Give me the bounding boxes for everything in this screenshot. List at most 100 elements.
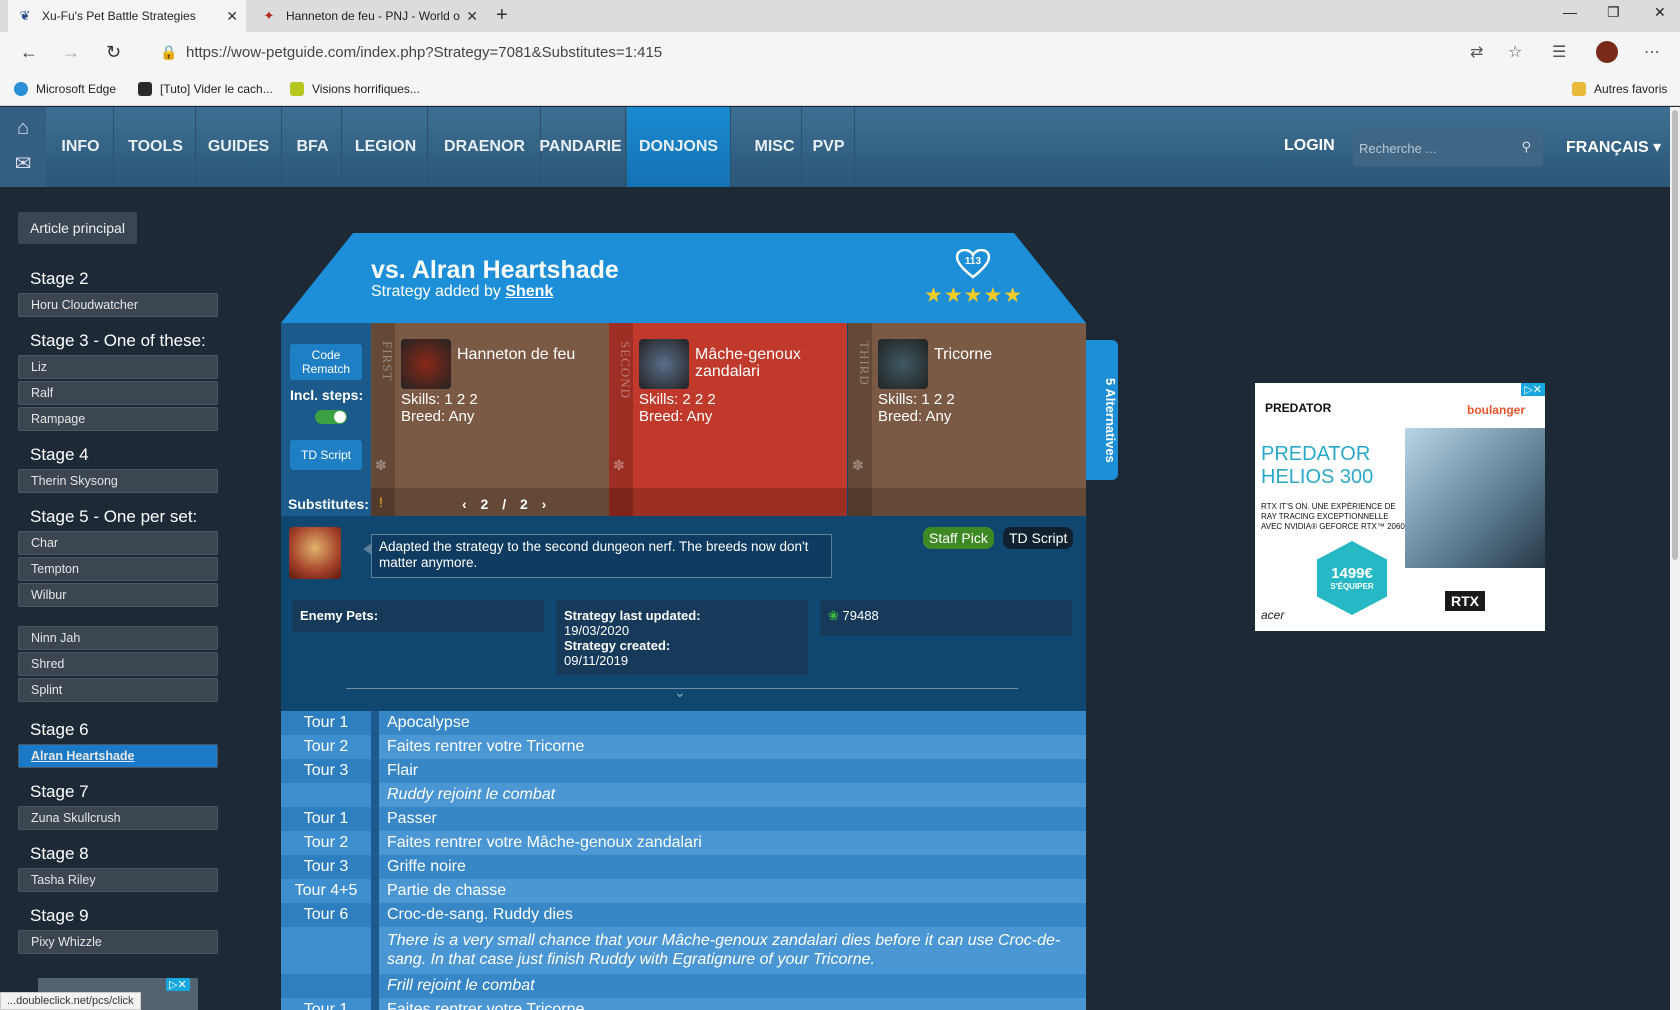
likes-heart-icon[interactable]: 113 (955, 248, 991, 279)
minimize-icon[interactable]: — (1563, 4, 1577, 20)
stage-item[interactable]: Alran Heartshade (18, 744, 218, 768)
alternatives-tab[interactable]: 5 Alternatives (1086, 340, 1118, 480)
pet-name[interactable]: Hanneton de feu (457, 346, 605, 363)
close-tab-icon[interactable]: ✕ (226, 8, 238, 25)
substitutes-pager[interactable]: ‹ 2 / 2 › (462, 496, 546, 512)
stage-item[interactable]: Shred (18, 652, 218, 676)
stage-item[interactable]: Ninn Jah (18, 626, 218, 650)
profile-avatar[interactable] (1596, 41, 1618, 63)
ad-retailer: boulanger (1466, 403, 1525, 417)
nav-misc[interactable]: MISC (748, 107, 802, 187)
forward-icon[interactable]: → (62, 42, 80, 63)
tab-xufu[interactable]: ❦ Xu-Fu's Pet Battle Strategies ✕ (8, 0, 246, 32)
stage-title: Stage 6 (30, 720, 89, 739)
rating-stars[interactable]: ★★★★★ (924, 283, 1023, 308)
paw-icon: ❀ (828, 608, 839, 623)
wowhead-favicon-icon: ✦ (263, 8, 275, 23)
code-rematch-button[interactable]: Code Rematch (290, 344, 362, 380)
search-input[interactable] (1359, 138, 1509, 158)
new-tab-icon[interactable]: + (496, 4, 508, 27)
pet-portrait[interactable] (639, 339, 689, 389)
more-menu-icon[interactable]: ⋯ (1644, 42, 1660, 62)
pet-slot-third[interactable]: THIRD Tricorne Skills: 1 2 2 Breed: Any ✽ (848, 323, 1086, 516)
turn-row: Tour 3 Griffe noire (281, 855, 1086, 879)
lock-icon[interactable]: 🔒 (160, 44, 177, 61)
enemy-pets-box: Enemy Pets: (292, 600, 544, 632)
url-field[interactable]: https://wow-petguide.com/index.php?Strat… (186, 44, 662, 61)
pet-slot-second[interactable]: SECOND Mâche-genoux zandalari Skills: 2 2 … (609, 323, 847, 516)
turn-action: Flair (379, 759, 1086, 783)
nav-info[interactable]: INFO (48, 107, 114, 187)
pet-slot-first[interactable]: FIRST Hanneton de feu Skills: 1 2 2 Breed: … (371, 323, 609, 516)
stage-item[interactable]: Tasha Riley (18, 868, 218, 892)
mail-icon[interactable]: ✉ (12, 151, 34, 175)
favorite-star-icon[interactable]: ☆ (1508, 42, 1522, 62)
turn-action: Croc-de-sang. Ruddy dies (379, 903, 1086, 927)
adchoices-icon[interactable]: ▷✕ (1521, 383, 1545, 396)
stage-item[interactable]: Ralf (18, 381, 218, 405)
turn-label: Tour 2 (281, 735, 371, 759)
refresh-icon[interactable]: ↻ (106, 42, 121, 63)
turn-action: Passer (379, 807, 1086, 831)
search-icon[interactable]: ⚲ (1521, 139, 1531, 155)
nav-bfa[interactable]: BFA (284, 107, 342, 187)
views-count: 79488 (842, 608, 879, 623)
stage-item[interactable]: Splint (18, 678, 218, 702)
language-selector[interactable]: FRANÇAIS ▾ (1566, 137, 1661, 157)
incl-steps-toggle[interactable] (313, 408, 349, 426)
nav-donjons[interactable]: DONJONS (627, 107, 731, 187)
bookmark-edge[interactable]: Microsoft Edge (14, 82, 116, 96)
turn-label: Tour 1 (281, 807, 371, 831)
bookmark-tuto[interactable]: [Tuto] Vider le cach... (138, 82, 273, 96)
tab-wowhead[interactable]: ✦ Hanneton de feu - PNJ - World o ✕ (252, 0, 486, 32)
stage-title: Stage 2 (30, 269, 89, 288)
strategy-author-line: Strategy added by Shenk (371, 283, 553, 301)
stage-item[interactable]: Therin Skysong (18, 469, 218, 493)
nav-draenor[interactable]: DRAENOR (429, 107, 541, 187)
adchoices-icon[interactable]: ▷✕ (166, 978, 190, 991)
td-script-button[interactable]: TD Script (290, 440, 362, 470)
bookmark-visions[interactable]: Visions horrifiques... (290, 82, 420, 96)
author-link[interactable]: Shenk (505, 283, 553, 300)
stage-item[interactable]: Pixy Whizzle (18, 930, 218, 954)
scrollbar-thumb[interactable] (1672, 110, 1678, 560)
created-value: 09/11/2019 (564, 653, 629, 668)
back-icon[interactable]: ← (20, 42, 38, 63)
pet-portrait[interactable] (401, 339, 451, 389)
pet-portrait[interactable] (878, 339, 928, 389)
advert-banner[interactable]: ▷✕ PREDATOR boulanger PREDATOR HELIOS 30… (1255, 383, 1545, 631)
close-window-icon[interactable]: ✕ (1654, 4, 1666, 21)
turn-separator (371, 783, 379, 807)
turn-row: Tour 2 Faites rentrer votre Mâche-genoux … (281, 831, 1086, 855)
pet-breed: Breed: Any (401, 408, 475, 425)
main-article-button[interactable]: Article principal (18, 212, 137, 244)
stage-item[interactable]: Zuna Skullcrush (18, 806, 218, 830)
nav-legion[interactable]: LEGION (344, 107, 428, 187)
close-tab-icon[interactable]: ✕ (466, 8, 478, 25)
nav-pandarie[interactable]: PANDARIE (536, 107, 626, 187)
pet-name[interactable]: Tricorne (934, 346, 1082, 363)
restore-icon[interactable]: ❐ (1607, 4, 1620, 21)
stage-item[interactable]: Liz (18, 355, 218, 379)
stage-item[interactable]: Char (18, 531, 218, 555)
stage-item[interactable]: Horu Cloudwatcher (18, 293, 218, 317)
turn-label: Tour 3 (281, 759, 371, 783)
nav-tools[interactable]: TOOLS (116, 107, 196, 187)
enemy-pets-label: Enemy Pets: (300, 608, 379, 623)
substitutes-info-icon[interactable]: ! (379, 494, 383, 510)
expand-chevron-icon[interactable]: ⌄ (674, 684, 686, 701)
pet-family-icon: ✽ (613, 457, 625, 473)
stage-item[interactable]: Tempton (18, 557, 218, 581)
other-favorites[interactable]: Autres favoris (1572, 82, 1667, 96)
pet-name[interactable]: Mâche-genoux zandalari (695, 346, 843, 380)
favorites-list-icon[interactable]: ☰ (1552, 42, 1566, 62)
td-script-badge[interactable]: TD Script (1003, 527, 1074, 549)
translate-icon[interactable]: ⇄ (1470, 42, 1483, 62)
nav-pvp[interactable]: PVP (803, 107, 855, 187)
turn-label: Tour 3 (281, 855, 371, 879)
login-link[interactable]: LOGIN (1284, 137, 1335, 155)
home-icon[interactable]: ⌂ (12, 117, 34, 139)
stage-item[interactable]: Rampage (18, 407, 218, 431)
nav-guides[interactable]: GUIDES (196, 107, 282, 187)
stage-item[interactable]: Wilbur (18, 583, 218, 607)
